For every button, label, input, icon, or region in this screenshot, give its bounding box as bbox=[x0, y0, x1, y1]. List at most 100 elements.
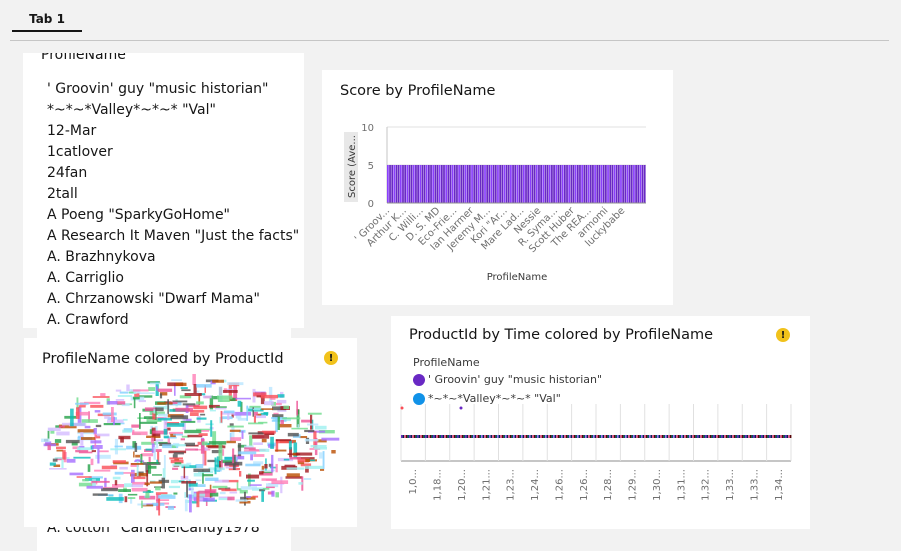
data-point[interactable] bbox=[593, 435, 595, 438]
data-point[interactable] bbox=[585, 435, 587, 438]
cloud-word[interactable] bbox=[277, 416, 280, 431]
data-point[interactable] bbox=[466, 435, 469, 438]
bar[interactable] bbox=[620, 165, 622, 203]
list-item[interactable]: 2tall bbox=[47, 184, 304, 205]
cloud-word[interactable] bbox=[181, 481, 197, 484]
cloud-word[interactable] bbox=[49, 468, 67, 470]
cloud-word[interactable] bbox=[131, 487, 148, 492]
cloud-word[interactable] bbox=[101, 465, 118, 470]
bar[interactable] bbox=[402, 165, 404, 203]
data-point[interactable] bbox=[575, 435, 577, 438]
cloud-word[interactable] bbox=[114, 471, 124, 475]
bar[interactable] bbox=[563, 165, 566, 203]
data-point[interactable] bbox=[716, 435, 718, 438]
cloud-word[interactable] bbox=[158, 495, 176, 499]
data-point[interactable] bbox=[565, 435, 568, 438]
data-point[interactable] bbox=[549, 435, 552, 438]
data-point[interactable] bbox=[721, 435, 723, 438]
data-point[interactable] bbox=[482, 435, 485, 438]
cloud-word[interactable] bbox=[62, 422, 70, 426]
cloud-word[interactable] bbox=[54, 439, 62, 443]
data-point[interactable] bbox=[658, 435, 661, 438]
data-point[interactable] bbox=[437, 435, 440, 438]
cloud-word[interactable] bbox=[276, 399, 287, 404]
cloud-word[interactable] bbox=[124, 496, 128, 503]
cloud-word[interactable] bbox=[141, 441, 158, 445]
data-point[interactable] bbox=[492, 435, 494, 438]
cloud-word[interactable] bbox=[104, 416, 110, 419]
bar[interactable] bbox=[540, 165, 542, 203]
cloud-word[interactable] bbox=[241, 430, 244, 439]
data-point[interactable] bbox=[497, 435, 499, 438]
data-point[interactable] bbox=[661, 435, 664, 438]
bar[interactable] bbox=[568, 165, 571, 203]
cloud-word[interactable] bbox=[94, 433, 97, 447]
data-point[interactable] bbox=[605, 435, 608, 438]
data-point[interactable] bbox=[501, 435, 504, 438]
cloud-word[interactable] bbox=[49, 462, 56, 466]
bar[interactable] bbox=[633, 165, 635, 203]
data-point[interactable] bbox=[676, 435, 678, 438]
cloud-word[interactable] bbox=[175, 407, 193, 412]
cloud-word[interactable] bbox=[265, 479, 276, 481]
bar[interactable] bbox=[553, 165, 555, 203]
data-point[interactable] bbox=[487, 435, 489, 438]
data-point[interactable] bbox=[786, 435, 789, 438]
list-item[interactable]: A Poeng "SparkyGoHome" bbox=[47, 205, 304, 226]
cloud-word[interactable] bbox=[307, 412, 322, 415]
data-point[interactable] bbox=[597, 435, 600, 438]
cloud-word[interactable] bbox=[126, 384, 130, 392]
data-point[interactable] bbox=[628, 435, 630, 438]
cloud-word[interactable] bbox=[218, 496, 228, 499]
cloud-word[interactable] bbox=[47, 445, 51, 451]
data-point[interactable] bbox=[581, 435, 584, 438]
data-point[interactable] bbox=[570, 435, 573, 438]
data-point[interactable] bbox=[493, 435, 496, 438]
data-point[interactable] bbox=[572, 435, 574, 438]
cloud-word[interactable] bbox=[70, 408, 74, 427]
data-point[interactable] bbox=[545, 435, 547, 438]
data-point[interactable] bbox=[425, 435, 427, 438]
cloud-word[interactable] bbox=[310, 445, 327, 448]
cloud-word[interactable] bbox=[157, 388, 173, 392]
data-point[interactable] bbox=[743, 435, 745, 438]
cloud-word[interactable] bbox=[253, 442, 263, 445]
cloud-word[interactable] bbox=[153, 409, 156, 414]
cloud-word[interactable] bbox=[265, 486, 275, 489]
cloud-word[interactable] bbox=[190, 486, 194, 495]
cloud-word[interactable] bbox=[271, 480, 289, 484]
bar[interactable] bbox=[477, 165, 480, 203]
bar[interactable] bbox=[533, 165, 536, 203]
bar[interactable] bbox=[516, 165, 519, 203]
cloud-word[interactable] bbox=[289, 456, 301, 460]
cloud-word[interactable] bbox=[47, 427, 61, 431]
data-point[interactable] bbox=[789, 435, 792, 438]
cloud-word[interactable] bbox=[174, 444, 186, 447]
data-point[interactable] bbox=[421, 435, 424, 438]
bar[interactable] bbox=[488, 165, 491, 203]
cloud-word[interactable] bbox=[81, 419, 98, 423]
cloud-word[interactable] bbox=[217, 395, 233, 400]
cloud-word[interactable] bbox=[112, 460, 126, 463]
data-point[interactable] bbox=[631, 435, 633, 438]
data-point[interactable] bbox=[524, 435, 526, 438]
bar[interactable] bbox=[592, 165, 594, 203]
bar[interactable] bbox=[447, 165, 450, 203]
data-point[interactable] bbox=[439, 435, 441, 438]
data-point[interactable] bbox=[748, 435, 750, 438]
data-point[interactable] bbox=[588, 435, 590, 438]
data-point[interactable] bbox=[657, 435, 659, 438]
bar[interactable] bbox=[423, 165, 426, 203]
bar[interactable] bbox=[527, 165, 530, 203]
data-point[interactable] bbox=[713, 435, 715, 438]
cloud-word[interactable] bbox=[196, 491, 200, 508]
bar[interactable] bbox=[421, 165, 424, 203]
data-point[interactable] bbox=[503, 435, 505, 438]
cloud-word[interactable] bbox=[75, 402, 89, 405]
cloud-word[interactable] bbox=[186, 480, 188, 498]
cloud-word[interactable] bbox=[244, 491, 246, 506]
data-point[interactable] bbox=[522, 435, 525, 438]
data-point[interactable] bbox=[607, 435, 609, 438]
data-point[interactable] bbox=[513, 435, 515, 438]
data-point[interactable] bbox=[567, 435, 569, 438]
